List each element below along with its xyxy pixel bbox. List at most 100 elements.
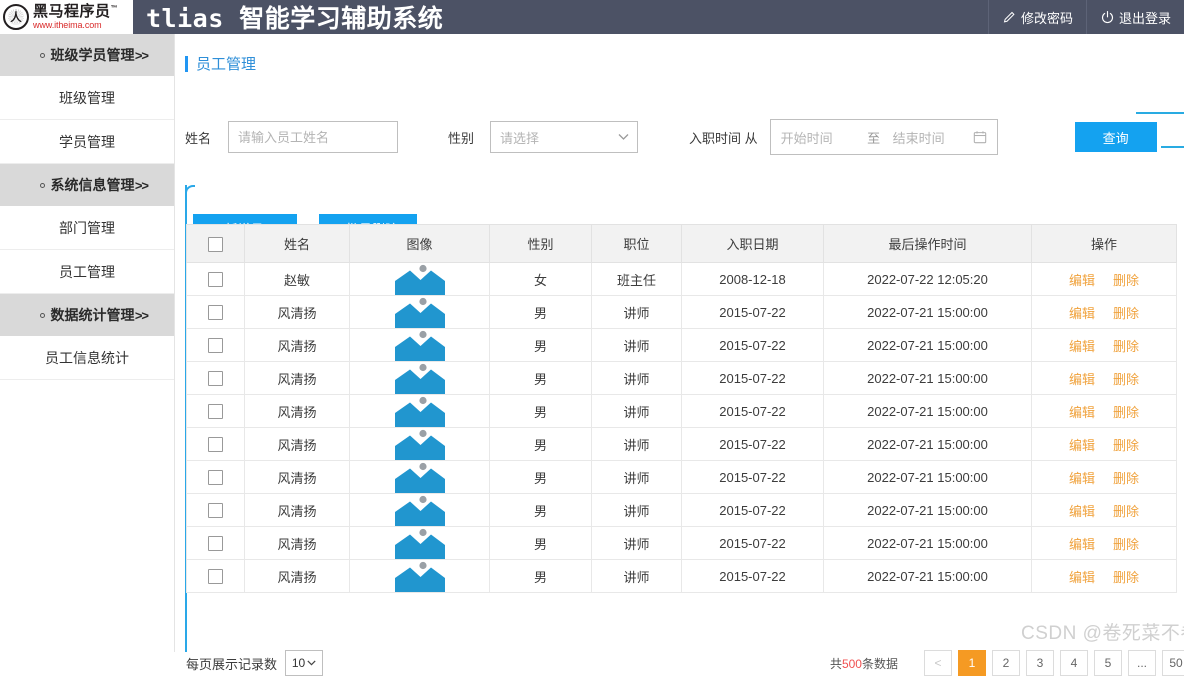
employee-job: 讲师 [623,471,649,486]
row-checkbox[interactable] [208,569,223,584]
row-checkbox[interactable] [208,437,223,452]
edit-link[interactable]: 编辑 [1069,372,1095,387]
sidebar-group-label: 数据统计管理 [51,305,135,325]
edit-link[interactable]: 编辑 [1069,405,1095,420]
delete-link[interactable]: 删除 [1113,306,1139,321]
edit-link[interactable]: 编辑 [1069,570,1095,585]
row-checkbox[interactable] [208,536,223,551]
pagination-page-50[interactable]: 50 [1162,650,1184,676]
sidebar-group-6[interactable]: 数据统计管理>> [0,294,174,336]
delete-link[interactable]: 删除 [1113,405,1139,420]
delete-link[interactable]: 删除 [1113,372,1139,387]
sidebar-group-3[interactable]: 系统信息管理>> [0,164,174,206]
row-checkbox[interactable] [208,404,223,419]
pagination-page-5[interactable]: 5 [1094,650,1122,676]
row-checkbox[interactable] [208,470,223,485]
pagination-label: 3 [1037,656,1044,670]
edit-link[interactable]: 编辑 [1069,471,1095,486]
sidebar-item-7[interactable]: 员工信息统计 [0,336,174,380]
row-checkbox[interactable] [208,371,223,386]
itheima-logo-icon [3,4,29,30]
edit-link[interactable]: 编辑 [1069,306,1095,321]
cell-last-op: 2022-07-21 15:00:00 [824,296,1032,329]
query-button[interactable]: 查询 [1075,122,1157,152]
gender-select[interactable]: 请选择 [490,121,638,153]
cell-last-op: 2022-07-21 15:00:00 [824,560,1032,593]
row-select-cell [187,560,245,593]
cell-operations: 编辑 删除 [1032,461,1177,494]
delete-link[interactable]: 删除 [1113,438,1139,453]
employee-last-op-time: 2022-07-21 15:00:00 [867,470,988,485]
brand-logo: 黑马程序员™ www.itheima.com [0,0,133,34]
row-checkbox[interactable] [208,305,223,320]
employee-job: 讲师 [623,372,649,387]
employee-last-op-time: 2022-07-21 15:00:00 [867,404,988,419]
row-checkbox[interactable] [208,338,223,353]
cell-operations: 编辑 删除 [1032,560,1177,593]
column-header-label: 最后操作时间 [888,237,966,252]
change-password-button[interactable]: 修改密码 [988,0,1086,34]
cell-image [350,395,490,428]
delete-link[interactable]: 删除 [1113,570,1139,585]
pagination-label: 1 [969,656,976,670]
employee-hire-date: 2015-07-22 [719,470,786,485]
cell-gender: 男 [490,362,592,395]
cell-last-op: 2022-07-21 15:00:00 [824,527,1032,560]
sidebar-group-0[interactable]: 班级学员管理>> [0,34,174,76]
employee-hire-date: 2015-07-22 [719,371,786,386]
pagination-page-3[interactable]: 3 [1026,650,1054,676]
hire-date-range-picker[interactable]: 开始时间 至 结束时间 [770,119,998,155]
employee-last-op-time: 2022-07-21 15:00:00 [867,338,988,353]
sidebar-item-label: 学员管理 [59,132,115,152]
table-header: 姓名图像性别职位入职日期最后操作时间操作 [187,225,1177,263]
delete-link[interactable]: 删除 [1113,273,1139,288]
delete-link[interactable]: 删除 [1113,339,1139,354]
edit-link[interactable]: 编辑 [1069,504,1095,519]
employee-name: 风清扬 [277,570,316,585]
expand-chevron-icon: >> [135,178,148,193]
employee-job: 班主任 [617,273,656,288]
pagination-page-4[interactable]: 4 [1060,650,1088,676]
employee-hire-date: 2015-07-22 [719,437,786,452]
sidebar-item-2[interactable]: 学员管理 [0,120,174,164]
cell-image [350,527,490,560]
column-header-label: 图像 [406,237,432,252]
employee-gender: 男 [534,504,547,519]
search-name-input[interactable] [228,121,398,153]
row-checkbox[interactable] [208,503,223,518]
select-all-header [187,225,245,263]
delete-link[interactable]: 删除 [1113,537,1139,552]
employee-last-op-time: 2022-07-21 15:00:00 [867,536,988,551]
start-date-value: 开始时间 [781,128,855,147]
pagination-page-2[interactable]: 2 [992,650,1020,676]
edit-link[interactable]: 编辑 [1069,339,1095,354]
employee-name: 风清扬 [277,438,316,453]
per-page-select[interactable]: 10 [285,650,323,676]
column-header-label: 性别 [527,237,553,252]
cell-name: 风清扬 [245,461,350,494]
app-header: 黑马程序员™ www.itheima.com tlias 智能学习辅助系统 修改… [0,0,1184,34]
pagination-page-...[interactable]: ... [1128,650,1156,676]
edit-link[interactable]: 编辑 [1069,537,1095,552]
employee-hire-date: 2015-07-22 [719,404,786,419]
sidebar-item-1[interactable]: 班级管理 [0,76,174,120]
delete-link[interactable]: 删除 [1113,504,1139,519]
edit-link[interactable]: 编辑 [1069,438,1095,453]
sidebar-item-5[interactable]: 员工管理 [0,250,174,294]
pagination-page-1[interactable]: 1 [958,650,986,676]
title-accent-bar [185,56,188,72]
sidebar-item-4[interactable]: 部门管理 [0,206,174,250]
column-header-4: 职位 [592,225,682,263]
row-checkbox[interactable] [208,272,223,287]
cell-job: 讲师 [592,560,682,593]
employee-gender: 男 [534,438,547,453]
pagination-prev-button[interactable]: < [924,650,952,676]
edit-link[interactable]: 编辑 [1069,273,1095,288]
logout-button[interactable]: 退出登录 [1086,0,1184,34]
select-all-checkbox[interactable] [208,237,223,252]
cell-gender: 男 [490,494,592,527]
cell-hire-date: 2015-07-22 [682,395,824,428]
cell-job: 班主任 [592,263,682,296]
table-row: 风清扬男讲师2015-07-222022-07-21 15:00:00编辑删除 [187,527,1177,560]
delete-link[interactable]: 删除 [1113,471,1139,486]
